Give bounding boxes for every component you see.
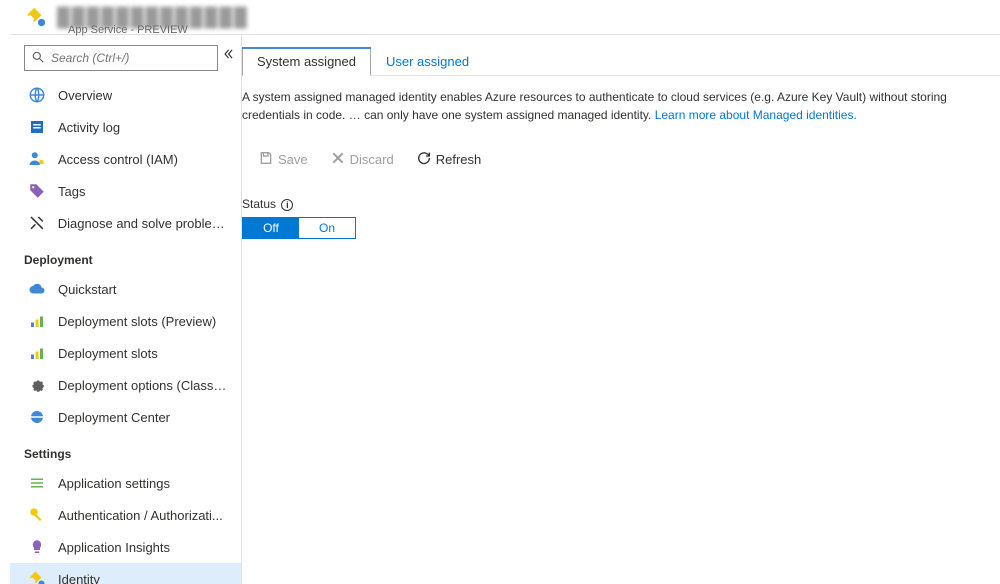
save-icon	[258, 150, 274, 169]
sidebar-item-authentication[interactable]: Authentication / Authorizati...	[10, 499, 241, 531]
tab-label: User assigned	[386, 54, 469, 69]
tools-icon	[28, 214, 46, 232]
sidebar: Overview Activity log Access control (IA…	[10, 35, 242, 584]
sidebar-item-label: Deployment options (Classic)	[58, 378, 227, 393]
sidebar-item-label: Overview	[58, 88, 112, 103]
sidebar-item-label: Identity	[58, 572, 100, 584]
save-button[interactable]: Save	[250, 146, 316, 173]
sidebar-item-application-settings[interactable]: Application settings	[10, 467, 241, 499]
sidebar-item-overview[interactable]: Overview	[10, 79, 241, 111]
refresh-icon	[416, 150, 432, 169]
globe-icon	[28, 86, 46, 104]
sidebar-item-deployment-options[interactable]: Deployment options (Classic)	[10, 369, 241, 401]
status-label: Status	[242, 197, 276, 211]
cloud-icon	[28, 280, 46, 298]
status-toggle[interactable]: Off On	[242, 217, 356, 239]
info-icon[interactable]: i	[281, 199, 293, 211]
discard-icon	[330, 150, 346, 169]
collapse-button[interactable]	[221, 47, 235, 64]
section-settings: Settings	[10, 433, 241, 467]
sidebar-item-label: Application settings	[58, 476, 170, 491]
gear-icon	[28, 376, 46, 394]
sidebar-item-label: Activity log	[58, 120, 120, 135]
bars-icon	[28, 344, 46, 362]
lines-icon	[28, 474, 46, 492]
sidebar-item-identity[interactable]: Identity	[10, 563, 241, 584]
sidebar-item-diagnose[interactable]: Diagnose and solve problems	[10, 207, 241, 239]
sidebar-item-label: Deployment slots	[58, 346, 158, 361]
globe2-icon	[28, 408, 46, 426]
toggle-on-label: On	[319, 221, 335, 235]
sidebar-item-tags[interactable]: Tags	[10, 175, 241, 207]
bulb-icon	[28, 538, 46, 556]
sidebar-item-quickstart[interactable]: Quickstart	[10, 273, 241, 305]
status-label-row: Status i	[242, 197, 1000, 217]
sidebar-item-activity-log[interactable]: Activity log	[10, 111, 241, 143]
discard-label: Discard	[350, 152, 394, 167]
sidebar-item-deployment-slots-preview[interactable]: Deployment slots (Preview)	[10, 305, 241, 337]
sidebar-item-label: Authentication / Authorizati...	[58, 508, 223, 523]
sidebar-item-deployment-center[interactable]: Deployment Center	[10, 401, 241, 433]
page-header: █████████████ App Service - PREVIEW	[10, 0, 1000, 35]
toggle-off-label: Off	[263, 221, 279, 235]
nav-top: Overview Activity log Access control (IA…	[10, 79, 241, 239]
nav-deployment: Quickstart Deployment slots (Preview) De…	[10, 273, 241, 433]
toggle-off[interactable]: Off	[243, 218, 299, 238]
refresh-label: Refresh	[436, 152, 482, 167]
sidebar-item-label: Deployment slots (Preview)	[58, 314, 216, 329]
save-label: Save	[278, 152, 308, 167]
main-content: System assigned User assigned A system a…	[242, 35, 1000, 584]
tab-label: System assigned	[257, 54, 356, 69]
log-icon	[28, 118, 46, 136]
person-icon	[28, 150, 46, 168]
sidebar-item-access-control[interactable]: Access control (IAM)	[10, 143, 241, 175]
search-input[interactable]	[24, 45, 218, 71]
search-icon	[31, 50, 45, 67]
identity-icon	[28, 570, 46, 584]
toggle-on[interactable]: On	[299, 218, 355, 238]
sidebar-item-label: Diagnose and solve problems	[58, 216, 227, 231]
tab-user-assigned[interactable]: User assigned	[371, 47, 484, 75]
learn-more-link[interactable]: Learn more about Managed identities.	[655, 108, 857, 122]
bars-icon	[28, 312, 46, 330]
description: A system assigned managed identity enabl…	[242, 76, 1000, 132]
toolbar: Save Discard Refresh	[242, 132, 1000, 197]
sidebar-item-application-insights[interactable]: Application Insights	[10, 531, 241, 563]
tab-system-assigned[interactable]: System assigned	[242, 47, 371, 76]
sidebar-item-label: Quickstart	[58, 282, 117, 297]
nav-settings: Application settings Authentication / Au…	[10, 467, 241, 584]
discard-button[interactable]: Discard	[322, 146, 402, 173]
sidebar-item-label: Deployment Center	[58, 410, 170, 425]
tabs: System assigned User assigned	[242, 47, 1000, 76]
refresh-button[interactable]: Refresh	[408, 146, 490, 173]
sidebar-item-label: Tags	[58, 184, 85, 199]
identity-icon	[25, 6, 47, 28]
sidebar-item-label: Application Insights	[58, 540, 170, 555]
key-icon	[28, 506, 46, 524]
sidebar-item-label: Access control (IAM)	[58, 152, 178, 167]
tag-icon	[28, 182, 46, 200]
section-deployment: Deployment	[10, 239, 241, 273]
search-field[interactable]	[51, 51, 211, 65]
sidebar-item-deployment-slots[interactable]: Deployment slots	[10, 337, 241, 369]
